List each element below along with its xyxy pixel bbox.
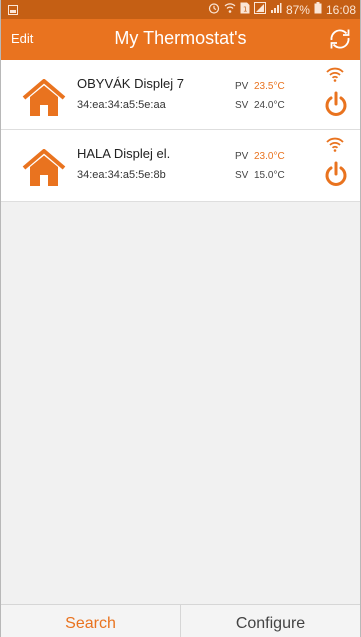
refresh-icon[interactable] [327, 26, 353, 52]
device-name: HALA Displej el. [77, 146, 171, 161]
sim-icon: 1 [240, 2, 250, 17]
device-row[interactable]: HALA Displej el. 34:ea:34:a5:5e:8b PV 23… [1, 130, 360, 202]
house-icon [22, 79, 66, 117]
house-icon [22, 149, 66, 187]
status-icons: 1 87% 16:08 [208, 2, 356, 17]
wifi-icon [326, 66, 344, 82]
sv-value: 15.0°C [254, 170, 285, 181]
power-icon[interactable] [324, 160, 348, 188]
pv-value: 23.5°C [254, 81, 285, 92]
wifi-status-icon [224, 2, 236, 17]
app-bar: Edit My Thermostat's [1, 19, 360, 60]
signal-bars-icon [270, 2, 282, 17]
device-mac: 34:ea:34:a5:5e:aa [77, 99, 166, 111]
pv-label: PV [235, 151, 249, 162]
battery-percent: 87% [285, 2, 310, 17]
search-button[interactable]: Search [1, 605, 181, 637]
alarm-icon [208, 2, 220, 17]
signal-icon [253, 2, 266, 17]
device-list: OBYVÁK Displej 7 34:ea:34:a5:5e:aa PV 23… [1, 60, 360, 202]
svg-text:1: 1 [243, 6, 247, 14]
status-bar: 1 87% 16:08 [1, 0, 360, 19]
configure-button[interactable]: Configure [181, 605, 360, 637]
screen: 1 87% 16:08 Edit My Thermostat's OBYVÁK … [0, 0, 361, 637]
power-icon[interactable] [324, 90, 348, 118]
pv-value: 23.0°C [254, 151, 285, 162]
device-mac: 34:ea:34:a5:5e:8b [77, 169, 166, 181]
device-name: OBYVÁK Displej 7 [77, 76, 184, 91]
sv-value: 24.0°C [254, 100, 285, 111]
sv-label: SV [235, 170, 249, 181]
image-icon [8, 4, 18, 18]
clock: 16:08 [325, 2, 356, 17]
bottom-bar: Search Configure [1, 604, 360, 637]
pv-label: PV [235, 81, 249, 92]
device-row[interactable]: OBYVÁK Displej 7 34:ea:34:a5:5e:aa PV 23… [1, 60, 360, 130]
page-title: My Thermostat's [114, 28, 247, 48]
sv-label: SV [235, 100, 249, 111]
wifi-icon [326, 136, 344, 152]
battery-icon [314, 2, 322, 17]
